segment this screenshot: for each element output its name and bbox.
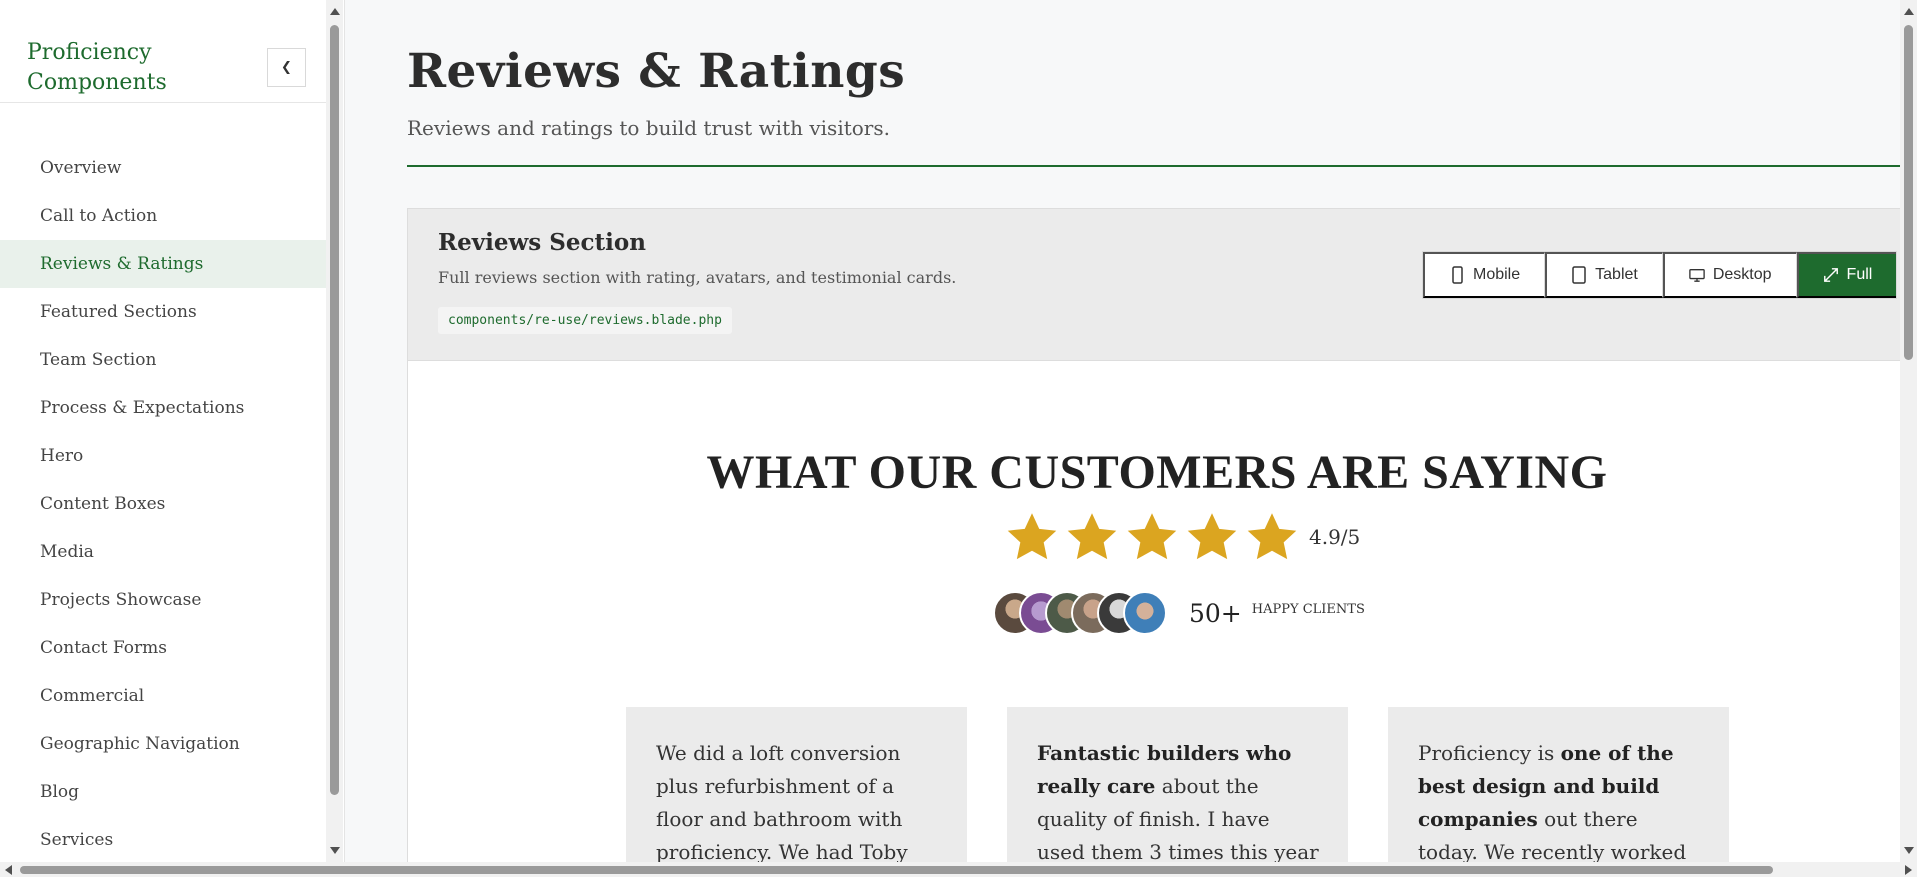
viewport-switcher: Mobile Tablet Desktop Full — [1422, 251, 1898, 299]
sidebar-item-content-boxes[interactable]: Content Boxes — [0, 480, 326, 528]
title-divider — [407, 165, 1900, 167]
clients-label: HAPPY CLIENTS — [1251, 601, 1365, 617]
reviews-heading: WHAT OUR CUSTOMERS ARE SAYING — [706, 446, 1608, 499]
sidebar-item-projects-showcase[interactable]: Projects Showcase — [0, 576, 326, 624]
scrollbar-thumb[interactable] — [1904, 25, 1913, 360]
view-desktop-button[interactable]: Desktop — [1662, 252, 1797, 298]
testimonial-card: We did a loft conversion plus refurbishm… — [626, 707, 967, 862]
expand-icon — [1823, 268, 1838, 282]
sidebar-item-hero[interactable]: Hero — [0, 432, 326, 480]
testimonial-text: Proficiency is — [1418, 741, 1561, 765]
main-content: Reviews & Ratings Reviews and ratings to… — [345, 0, 1900, 862]
view-mobile-button[interactable]: Mobile — [1423, 252, 1546, 298]
sidebar-item-overview[interactable]: Overview — [0, 144, 326, 192]
testimonial-text: We did a loft conversion plus refurbishm… — [656, 741, 908, 862]
scroll-left-arrow-icon[interactable] — [5, 865, 12, 875]
view-tablet-button[interactable]: Tablet — [1545, 252, 1663, 298]
sidebar: Proficiency Components ❮ Overview Call to… — [0, 0, 345, 862]
component-description: Full reviews section with rating, avatar… — [438, 268, 957, 287]
view-desktop-label: Desktop — [1712, 266, 1772, 283]
view-full-label: Full — [1846, 266, 1873, 283]
tablet-icon — [1572, 266, 1586, 284]
collapse-sidebar-button[interactable]: ❮ — [267, 48, 306, 87]
scrollbar-thumb[interactable] — [20, 866, 1773, 874]
view-full-button[interactable]: Full — [1796, 252, 1897, 298]
sidebar-item-media[interactable]: Media — [0, 528, 326, 576]
clients-count: 50+ — [1189, 598, 1242, 628]
star-icon — [1007, 513, 1057, 560]
testimonial-cards: We did a loft conversion plus refurbishm… — [626, 707, 1729, 862]
sidebar-item-call-to-action[interactable]: Call to Action — [0, 192, 326, 240]
desktop-icon — [1689, 269, 1705, 282]
page-title: Reviews & Ratings — [407, 44, 906, 99]
star-icon — [1187, 513, 1237, 560]
horizontal-scrollbar[interactable] — [0, 862, 1917, 877]
sidebar-item-services[interactable]: Services — [0, 816, 326, 864]
view-tablet-label: Tablet — [1595, 266, 1638, 283]
scroll-up-arrow-icon[interactable] — [1904, 8, 1914, 15]
rating-value: 4.9/5 — [1309, 525, 1361, 549]
component-header: Reviews Section Full reviews section wit… — [408, 209, 1900, 361]
avatar-group — [993, 591, 1167, 635]
component-path: components/re-use/reviews.blade.php — [438, 307, 732, 334]
scroll-down-arrow-icon[interactable] — [330, 847, 340, 854]
sidebar-item-contact-forms[interactable]: Contact Forms — [0, 624, 326, 672]
brand-title[interactable]: Proficiency Components — [27, 38, 247, 98]
mobile-icon — [1452, 266, 1463, 284]
scroll-right-arrow-icon[interactable] — [1905, 865, 1912, 875]
sidebar-item-team-section[interactable]: Team Section — [0, 336, 326, 384]
sidebar-item-geographic-navigation[interactable]: Geographic Navigation — [0, 720, 326, 768]
star-icon — [1247, 513, 1297, 560]
scroll-up-arrow-icon[interactable] — [330, 8, 340, 15]
sidebar-nav: Overview Call to Action Reviews & Ratings F… — [0, 144, 326, 864]
page-scrollbar[interactable] — [1900, 0, 1917, 862]
divider — [0, 102, 326, 103]
chevron-left-icon: ❮ — [281, 60, 292, 75]
sidebar-item-blog[interactable]: Blog — [0, 768, 326, 816]
sidebar-scrollbar[interactable] — [326, 0, 343, 862]
scroll-down-arrow-icon[interactable] — [1904, 847, 1914, 854]
testimonial-card: Fantastic builders who really care about… — [1007, 707, 1348, 862]
view-mobile-label: Mobile — [1473, 266, 1521, 283]
happy-clients: 50+ HAPPY CLIENTS — [993, 591, 1365, 635]
sidebar-item-featured-sections[interactable]: Featured Sections — [0, 288, 326, 336]
component-preview: WHAT OUR CUSTOMERS ARE SAYING 4.9/5 50+ … — [408, 361, 1900, 862]
component-title: Reviews Section — [438, 229, 646, 256]
star-rating: 4.9/5 — [1003, 509, 1360, 565]
scrollbar-thumb[interactable] — [330, 25, 339, 795]
avatar — [1123, 591, 1167, 635]
page-subtitle: Reviews and ratings to build trust with … — [407, 116, 890, 140]
star-icon — [1067, 513, 1117, 560]
sidebar-item-commercial[interactable]: Commercial — [0, 672, 326, 720]
star-icon — [1127, 513, 1177, 560]
sidebar-item-reviews-ratings[interactable]: Reviews & Ratings — [0, 240, 326, 288]
sidebar-item-process-expectations[interactable]: Process & Expectations — [0, 384, 326, 432]
component-card: Reviews Section Full reviews section wit… — [407, 208, 1900, 862]
testimonial-card: Proficiency is one of the best design an… — [1388, 707, 1729, 862]
